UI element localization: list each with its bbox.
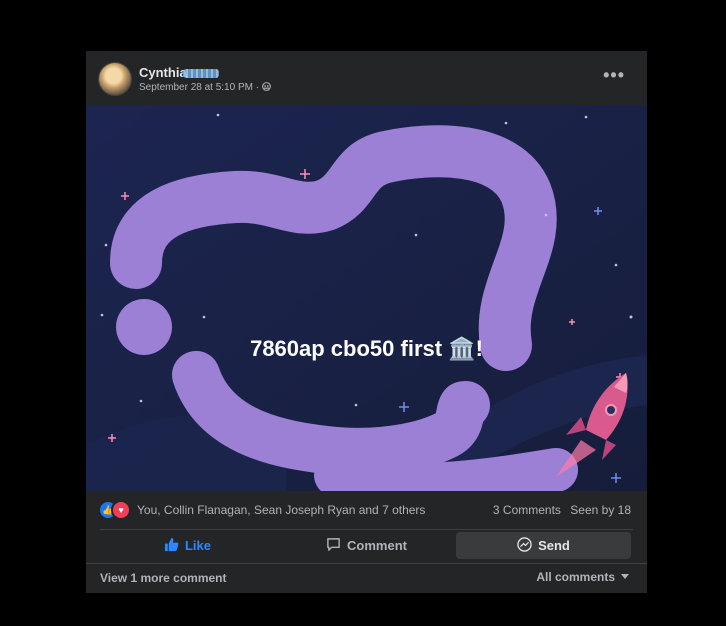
author-avatar[interactable] (99, 63, 131, 95)
redaction-scribble (182, 69, 219, 79)
comments-count[interactable]: 3 Comments (493, 503, 561, 517)
like-label: Like (184, 538, 211, 553)
thumbs-up-icon (164, 534, 179, 561)
post-header: Cynthia September 28 at 5:10 PM · ••• (86, 51, 647, 105)
view-more-comments-link[interactable]: View 1 more comment (100, 571, 227, 585)
comment-button[interactable]: Comment (279, 532, 454, 559)
more-horizontal-icon[interactable]: ••• (603, 65, 625, 86)
reactions-bar: 👍 ♥ You, Collin Flanagan, Sean Joseph Ry… (86, 491, 647, 527)
comments-footer: View 1 more comment All comments (86, 563, 647, 592)
send-button[interactable]: Send (456, 532, 631, 559)
action-bar: Like Comment Send (100, 529, 633, 559)
timestamp-text[interactable]: September 28 at 5:10 PM · (139, 82, 259, 93)
post-card: Cynthia September 28 at 5:10 PM · ••• 78… (86, 51, 647, 593)
all-comments-label: All comments (536, 570, 615, 584)
reactions-summary[interactable]: You, Collin Flanagan, Sean Joseph Ryan a… (137, 503, 425, 517)
post-stats: 3 Comments Seen by 18 (487, 503, 631, 517)
space-illustration (86, 105, 647, 491)
messenger-icon (517, 534, 532, 561)
post-background-image: 7860ap cbo50 first 🏛️! (86, 105, 647, 491)
chevron-down-icon (621, 574, 629, 579)
all-comments-dropdown[interactable]: All comments (536, 570, 629, 584)
post-text: 7860ap cbo50 first 🏛️! (250, 336, 483, 361)
reaction-icons[interactable]: 👍 ♥ (100, 502, 130, 518)
love-icon: ♥ (113, 502, 129, 518)
author-name[interactable]: Cynthia (139, 65, 219, 80)
like-button[interactable]: Like (100, 532, 275, 559)
author-name-text[interactable]: Cynthia (139, 65, 187, 80)
seen-by[interactable]: Seen by 18 (570, 503, 631, 517)
comment-icon (326, 534, 341, 561)
send-label: Send (538, 538, 570, 553)
post-timestamp[interactable]: September 28 at 5:10 PM · (139, 82, 271, 93)
comment-label: Comment (347, 538, 407, 553)
friends-icon (261, 82, 271, 93)
